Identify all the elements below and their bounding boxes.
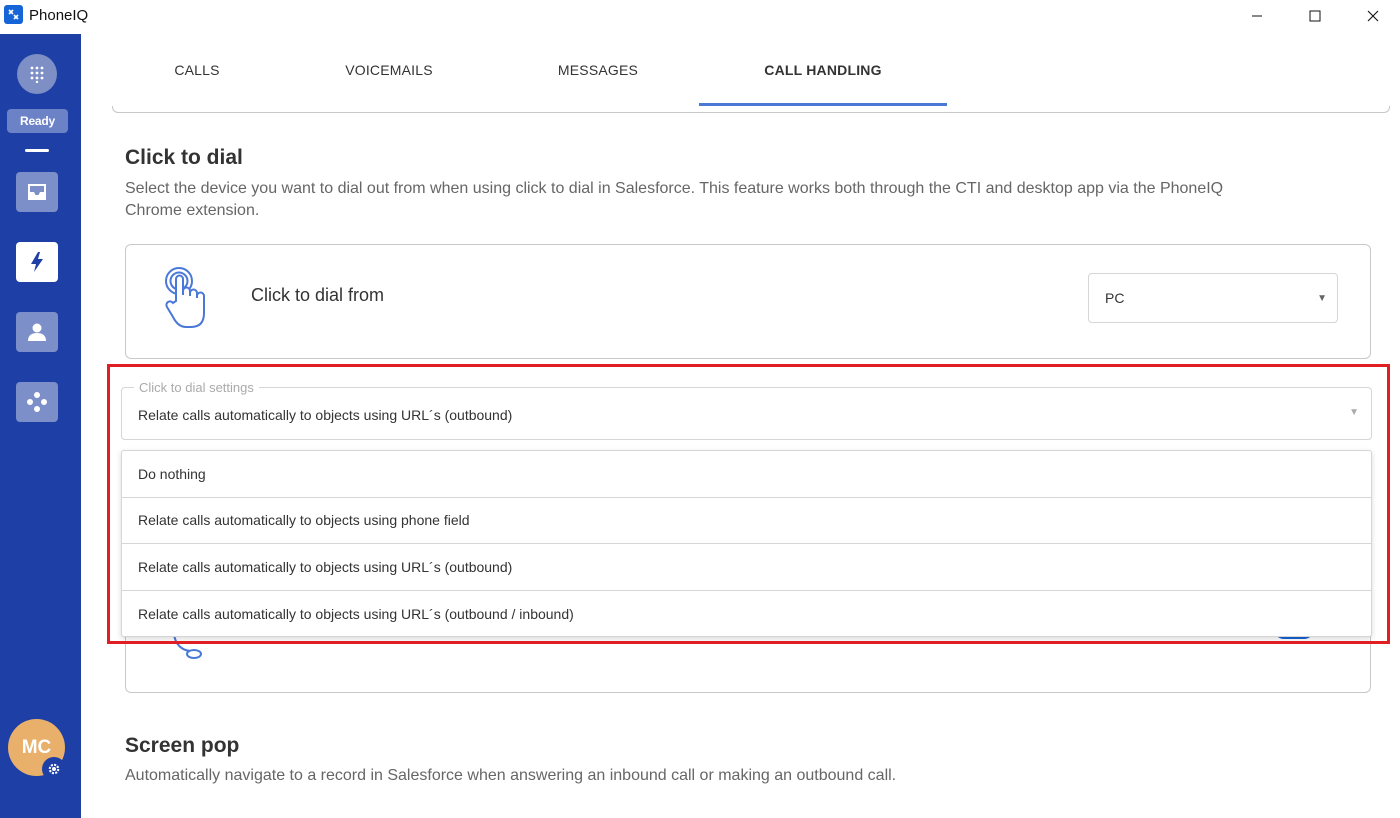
click-to-dial-from-label: Click to dial from <box>251 285 385 305</box>
dialpad-button[interactable] <box>17 54 57 94</box>
tab-calls[interactable]: CALLS <box>157 34 237 106</box>
click-to-dial-title: Click to dial <box>125 146 243 169</box>
click-to-dial-card: Click to dial from PC ▼ <box>125 244 1371 359</box>
tap-hand-icon <box>165 267 205 328</box>
minimize-button[interactable] <box>1228 0 1286 32</box>
integrations-icon <box>27 392 47 412</box>
sidebar-item-call-handling[interactable] <box>16 242 58 282</box>
sidebar-divider <box>25 149 49 152</box>
active-tab-indicator <box>699 103 947 106</box>
sidebar-item-integrations[interactable] <box>16 382 58 422</box>
device-select[interactable]: PC ▼ <box>1088 273 1338 323</box>
sidebar-item-inbox[interactable] <box>16 172 58 212</box>
tab-voicemails[interactable]: VOICEMAILS <box>335 34 443 106</box>
maximize-button[interactable] <box>1286 0 1344 32</box>
device-select-value: PC <box>1105 290 1125 306</box>
app-title: PhoneIQ <box>29 7 89 24</box>
sidebar-item-contacts[interactable] <box>16 312 58 352</box>
sidebar: Ready <box>0 34 81 818</box>
highlight-annotation <box>107 364 1390 644</box>
click-to-dial-description: Select the device you want to dial out f… <box>125 180 1224 219</box>
app-logo-icon <box>4 5 23 24</box>
chevron-down-icon: ▼ <box>1317 293 1327 304</box>
tab-messages[interactable]: MESSAGES <box>549 34 647 106</box>
dialpad-icon <box>30 66 44 83</box>
title-bar: PhoneIQ <box>0 0 1400 32</box>
screen-pop-description: Automatically navigate to a record in Sa… <box>125 767 897 784</box>
status-badge[interactable]: Ready <box>7 109 68 133</box>
close-button[interactable] <box>1344 0 1400 32</box>
tab-call-handling[interactable]: CALL HANDLING <box>743 34 903 106</box>
inbox-icon <box>28 184 46 200</box>
contact-icon <box>28 323 46 341</box>
lightning-icon <box>31 252 43 272</box>
tab-bar: CALLS VOICEMAILS MESSAGES CALL HANDLING <box>81 34 1400 106</box>
main-content: CALLS VOICEMAILS MESSAGES CALL HANDLING … <box>81 34 1400 818</box>
settings-gear-icon[interactable] <box>42 757 66 781</box>
screen-pop-title: Screen pop <box>125 734 240 757</box>
